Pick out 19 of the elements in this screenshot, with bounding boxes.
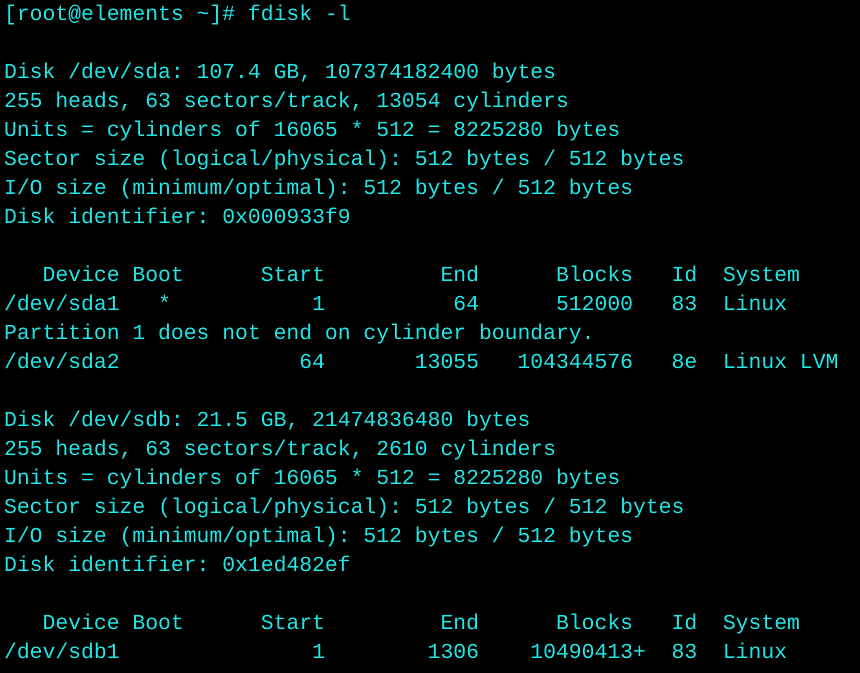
terminal-line: I/O size (minimum/optimal): 512 bytes / 512 bytes bbox=[4, 176, 633, 203]
terminal-line: Units = cylinders of 16065 * 512 = 8225280 bytes bbox=[4, 466, 620, 493]
terminal-line: 255 heads, 63 sectors/track, 13054 cylinders bbox=[4, 89, 569, 116]
terminal-line: Sector size (logical/physical): 512 bytes / 512 bytes bbox=[4, 147, 684, 174]
terminal-line: Disk identifier: 0x1ed482ef bbox=[4, 553, 351, 580]
terminal-line: Device Boot Start End Blocks Id System bbox=[42, 611, 800, 638]
terminal-line: Units = cylinders of 16065 * 512 = 8225280 bytes bbox=[4, 118, 620, 145]
terminal-line: Device Boot Start End Blocks Id System bbox=[42, 263, 800, 290]
terminal-line: 255 heads, 63 sectors/track, 2610 cylinders bbox=[4, 437, 556, 464]
terminal-line: Sector size (logical/physical): 512 bytes / 512 bytes bbox=[4, 495, 684, 522]
terminal-line: /dev/sdb1 1 1306 10490413+ 83 Linux bbox=[4, 640, 788, 667]
terminal-line: Disk /dev/sda: 107.4 GB, 107374182400 bytes bbox=[4, 60, 556, 87]
terminal-line: [root@elements ~]# fdisk -l bbox=[4, 2, 351, 29]
terminal-line: Disk /dev/sdb: 21.5 GB, 21474836480 bytes bbox=[4, 408, 530, 435]
terminal-line: Partition 1 does not end on cylinder boundary. bbox=[4, 321, 594, 348]
terminal-line: I/O size (minimum/optimal): 512 bytes / 512 bytes bbox=[4, 524, 633, 551]
terminal-line: Disk identifier: 0x000933f9 bbox=[4, 205, 351, 232]
terminal-line: /dev/sda2 64 13055 104344576 8e Linux LVM bbox=[4, 350, 838, 377]
terminal-line: /dev/sda1 * 1 64 512000 83 Linux bbox=[4, 292, 788, 319]
